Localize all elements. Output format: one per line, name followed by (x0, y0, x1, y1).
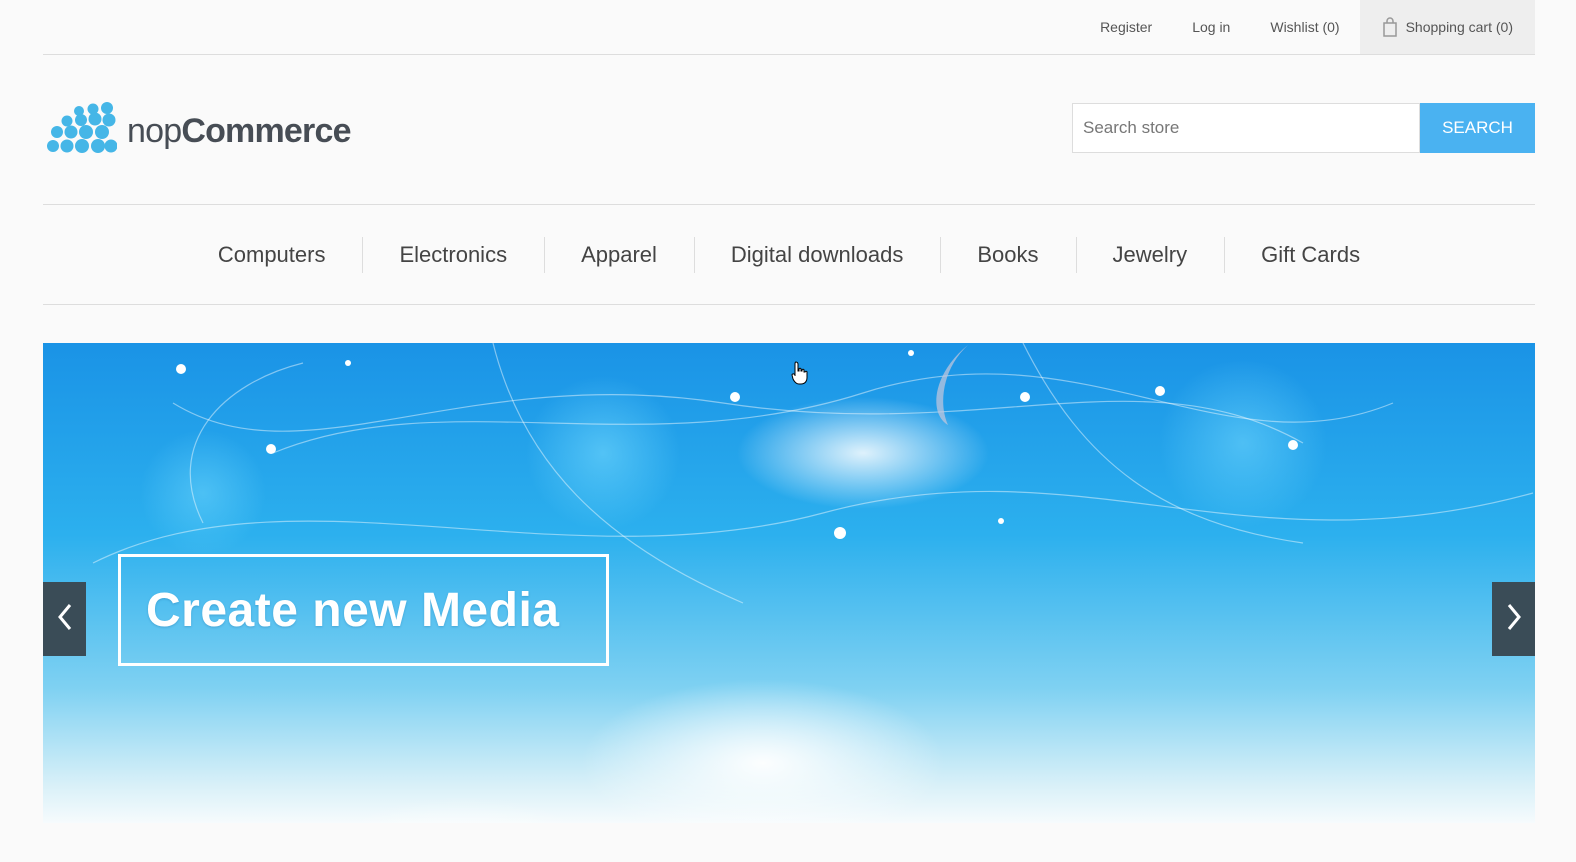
menu-item-computers[interactable]: Computers (181, 237, 363, 273)
menu-item-apparel[interactable]: Apparel (544, 236, 694, 273)
menu-item-books[interactable]: Books (940, 236, 1075, 273)
home-slider: Create new Media (43, 343, 1535, 823)
slide-caption-text: Create new Media (146, 583, 560, 637)
slide-caption[interactable]: Create new Media (118, 554, 609, 666)
shopping-cart-link[interactable]: Shopping cart (0) (1359, 0, 1535, 54)
logo-text-light: nop (127, 112, 182, 150)
store-logo[interactable]: nopCommerce (45, 101, 351, 162)
header-links: Register Log in Wishlist (0) Shopping ca… (1060, 0, 1535, 54)
menu-item-digital-downloads[interactable]: Digital downloads (693, 236, 940, 273)
shopping-bag-icon (1382, 17, 1398, 37)
slider-prev-button[interactable] (43, 582, 86, 656)
chevron-left-icon (57, 603, 73, 636)
menu-item-jewelry[interactable]: Jewelry (1075, 236, 1225, 273)
top-menu: Computers Electronics Apparel Digital do… (43, 204, 1535, 305)
login-link[interactable]: Log in (1192, 19, 1230, 35)
search-input[interactable] (1072, 103, 1420, 153)
search-box: SEARCH (1072, 103, 1535, 153)
menu-item-electronics[interactable]: Electronics (362, 236, 544, 273)
register-link[interactable]: Register (1100, 19, 1152, 35)
chevron-right-icon (1506, 603, 1522, 636)
search-button[interactable]: SEARCH (1420, 103, 1535, 153)
header-upper: Register Log in Wishlist (0) Shopping ca… (43, 0, 1535, 55)
menu-item-gift-cards[interactable]: Gift Cards (1224, 236, 1397, 273)
logo-dots-icon (45, 101, 118, 162)
header-lower: nopCommerce SEARCH (43, 55, 1535, 205)
hand-cursor-icon (791, 361, 809, 390)
slider-next-button[interactable] (1492, 582, 1535, 656)
shopping-cart-label: Shopping cart (0) (1405, 19, 1513, 35)
logo-text-bold: Commerce (181, 112, 351, 150)
logo-text: nopCommerce (127, 112, 351, 151)
wishlist-link[interactable]: Wishlist (0) (1270, 19, 1339, 35)
